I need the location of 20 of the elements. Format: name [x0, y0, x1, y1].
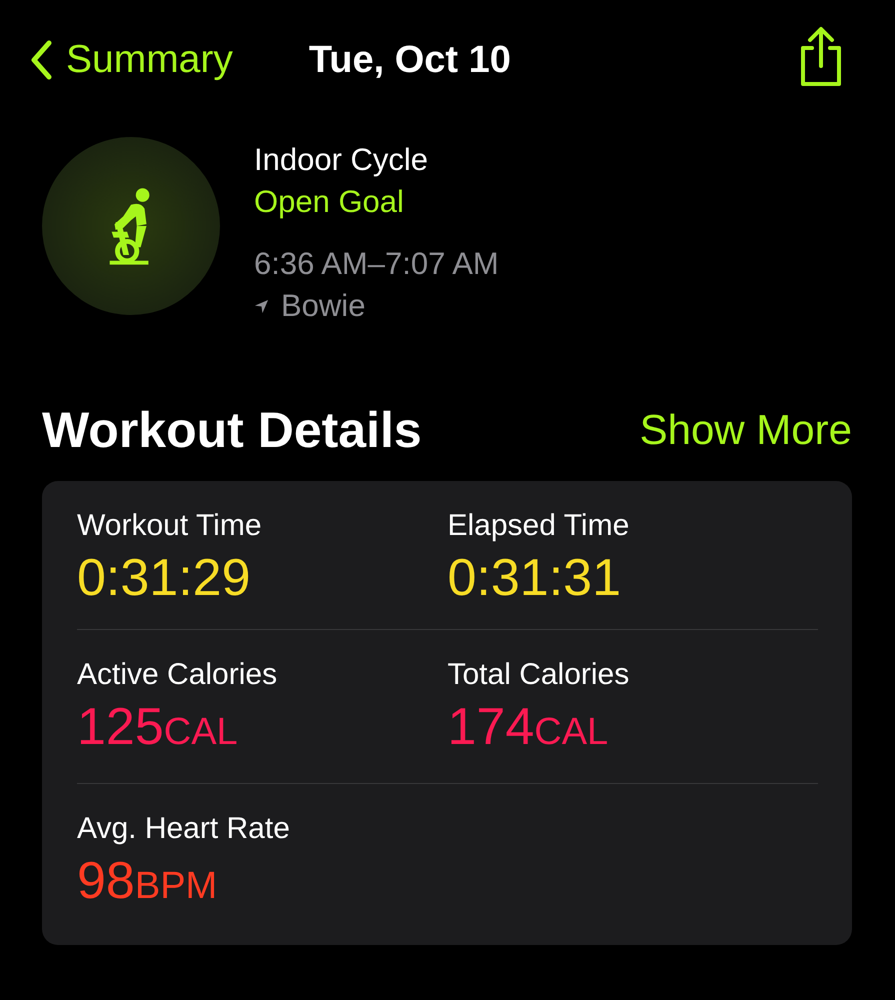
location-arrow-icon [254, 298, 269, 314]
metric-label: Total Calories [448, 657, 630, 693]
chevron-left-icon [30, 40, 52, 80]
metric-value: 125CAL [77, 697, 239, 758]
section-title: Workout Details [42, 401, 422, 459]
metric-label: Avg. Heart Rate [77, 811, 291, 847]
metric-value: 98BPM [77, 851, 218, 912]
back-button[interactable]: Summary [30, 38, 233, 82]
metric-value: 174CAL [448, 697, 610, 758]
metric-value: 0:31:31 [448, 548, 622, 609]
nav-title: Tue, Oct 10 [308, 38, 512, 82]
metric-label: Elapsed Time [448, 508, 630, 544]
metric-value: 0:31:29 [77, 548, 252, 609]
workout-location: Bowie [281, 287, 366, 325]
metric-label: Workout Time [77, 508, 262, 544]
workout-name: Indoor Cycle [254, 141, 430, 179]
workout-time-range: 6:36 AM–7:07 AM [254, 245, 499, 283]
workout-goal: Open Goal [254, 183, 405, 221]
metric-label: Active Calories [77, 657, 278, 693]
show-more-link[interactable]: Show More [640, 406, 852, 454]
